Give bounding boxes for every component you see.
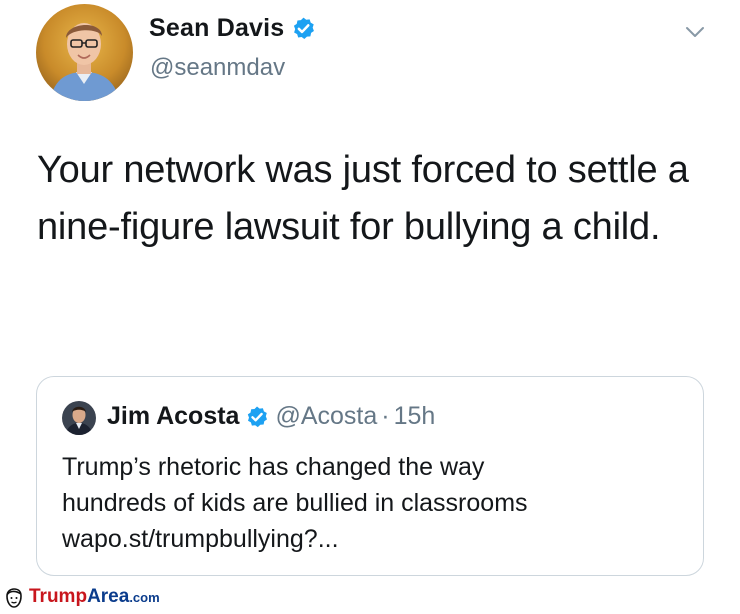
verified-badge-icon <box>291 16 316 41</box>
quoted-author-name[interactable]: Jim Acosta <box>107 402 239 431</box>
author-name[interactable]: Sean Davis <box>149 14 284 43</box>
author-handle[interactable]: @seanmdav <box>150 54 285 82</box>
quoted-tweet-line: Trump’s rhetoric has changed the way <box>62 453 485 481</box>
meta-separator: · <box>381 402 390 430</box>
chevron-down-icon[interactable] <box>684 24 706 40</box>
tweet-text: Your network was just forced to settle a… <box>37 149 689 248</box>
verified-badge-icon <box>245 405 269 429</box>
quoted-author-handle[interactable]: @Acosta <box>275 402 377 431</box>
quoted-tweet-line: hundreds of kids are bullied in classroo… <box>62 489 528 517</box>
watermark-text-area: Area <box>87 586 130 607</box>
quoted-tweet-card[interactable]: Jim Acosta @Acosta · 15h Trump’s rhetori… <box>36 376 704 576</box>
quoted-tweet-header: Jim Acosta @Acosta · 15h <box>107 402 435 431</box>
quoted-author-avatar[interactable] <box>62 401 96 435</box>
watermark-text-com: .com <box>129 590 160 605</box>
face-icon <box>3 587 25 609</box>
author-name-row[interactable]: Sean Davis <box>149 14 316 43</box>
watermark-text-trump: Trump <box>29 586 88 607</box>
quoted-tweet-text: Trump’s rhetoric has changed the way hun… <box>62 449 682 557</box>
watermark: Trump Area .com <box>3 586 160 610</box>
quoted-tweet-time[interactable]: 15h <box>394 402 436 431</box>
author-avatar[interactable] <box>36 4 133 101</box>
quoted-tweet-link[interactable]: wapo.st/trumpbullying?... <box>62 521 682 557</box>
